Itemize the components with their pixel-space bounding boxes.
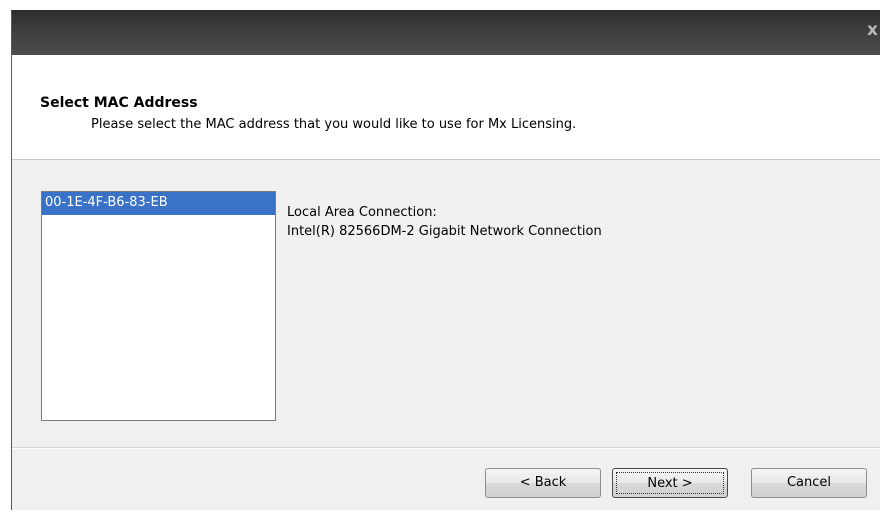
- connection-name-label: Local Area Connection:: [287, 205, 437, 220]
- wizard-dialog: x Select MAC Address Please select the M…: [11, 10, 880, 510]
- footer-divider: [12, 447, 880, 449]
- adapter-name-label: Intel(R) 82566DM-2 Gigabit Network Conne…: [287, 224, 602, 239]
- title-bar[interactable]: x: [12, 10, 880, 55]
- next-button-label: Next >: [616, 472, 724, 494]
- cancel-button[interactable]: Cancel: [751, 468, 867, 498]
- list-item-mac-address[interactable]: 00-1E-4F-B6-83-EB: [42, 192, 275, 215]
- mac-address-list[interactable]: 00-1E-4F-B6-83-EB: [41, 191, 276, 421]
- wizard-header: Select MAC Address Please select the MAC…: [12, 55, 880, 160]
- adapter-details: Local Area Connection: Intel(R) 82566DM-…: [287, 203, 602, 241]
- back-button[interactable]: < Back: [485, 468, 601, 498]
- close-icon[interactable]: x: [867, 20, 878, 40]
- next-button[interactable]: Next >: [612, 468, 728, 498]
- page-subtitle: Please select the MAC address that you w…: [91, 117, 577, 132]
- page-title: Select MAC Address: [40, 95, 198, 111]
